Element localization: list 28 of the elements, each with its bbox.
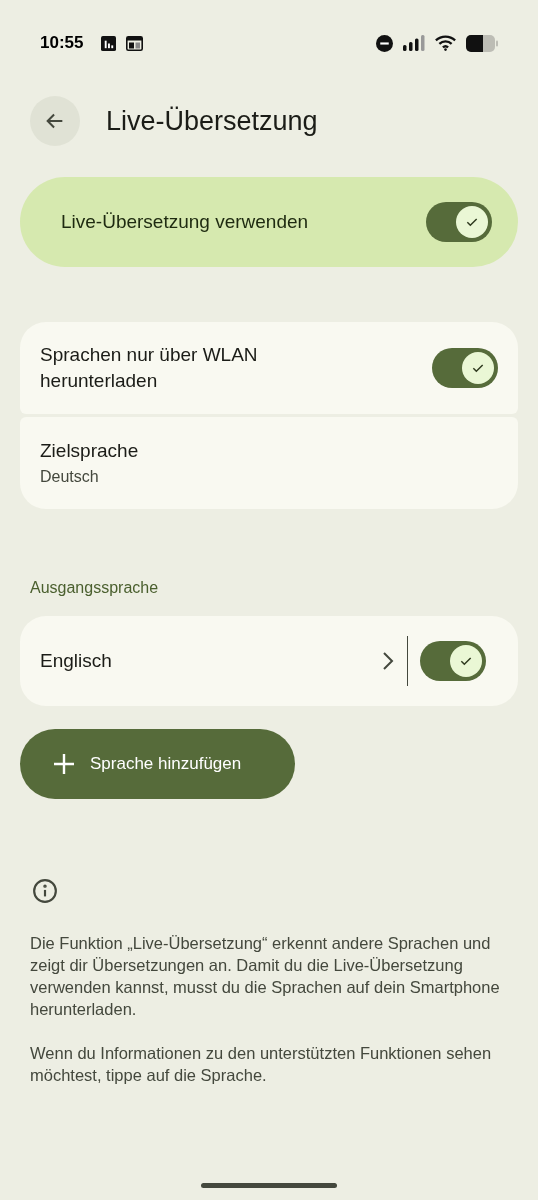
back-button[interactable]: [30, 96, 80, 146]
signal-icon: [403, 35, 425, 51]
setting-title: Sprachen nur über WLAN herunterladen: [40, 343, 259, 393]
page-title: Live-Übersetzung: [106, 104, 318, 138]
battery-icon: [466, 34, 498, 52]
settings-row[interactable]: Sprachen nur über WLAN herunterladen: [20, 322, 518, 414]
plus-icon: [52, 752, 76, 776]
chevron-right-icon: [380, 651, 395, 671]
info-icon: [32, 878, 58, 904]
add-language-button[interactable]: Sprache hinzufügen: [20, 729, 295, 799]
chart-icon: [101, 35, 117, 51]
toggle-switch[interactable]: [426, 202, 492, 242]
toggle-switch[interactable]: [432, 348, 498, 388]
wifi-icon: [435, 35, 456, 51]
info-paragraph: Wenn du Informationen zu den unterstützten Funktionen sehen möchtest, tippe auf die Sprache.: [30, 1043, 493, 1086]
section-heading: Ausgangssprache: [30, 578, 160, 598]
main-toggle-label: Live-Übersetzung verwenden: [61, 209, 309, 234]
clock-time: 10:55: [40, 32, 84, 55]
calendar-icon: [126, 35, 144, 51]
info-paragraph: Die Funktion „Live-Übersetzung“ erkennt andere Sprachen und zeigt dir Übersetzungen an. Damit du die Live-Übersetzung verwenden kannst, musst du die Sprachen auf dein Smartphone herunterladen.: [30, 933, 501, 1020]
setting-title: Zielsprache: [40, 438, 140, 463]
do-not-disturb-icon: [376, 34, 393, 52]
toggle-switch[interactable]: [420, 641, 486, 681]
setting-value: Deutsch: [40, 466, 100, 487]
main-toggle-card[interactable]: Live-Übersetzung verwenden: [20, 177, 518, 267]
language-name: Englisch: [40, 648, 113, 673]
settings-row[interactable]: Zielsprache Deutsch: [20, 417, 518, 509]
language-row[interactable]: Englisch: [20, 616, 518, 706]
